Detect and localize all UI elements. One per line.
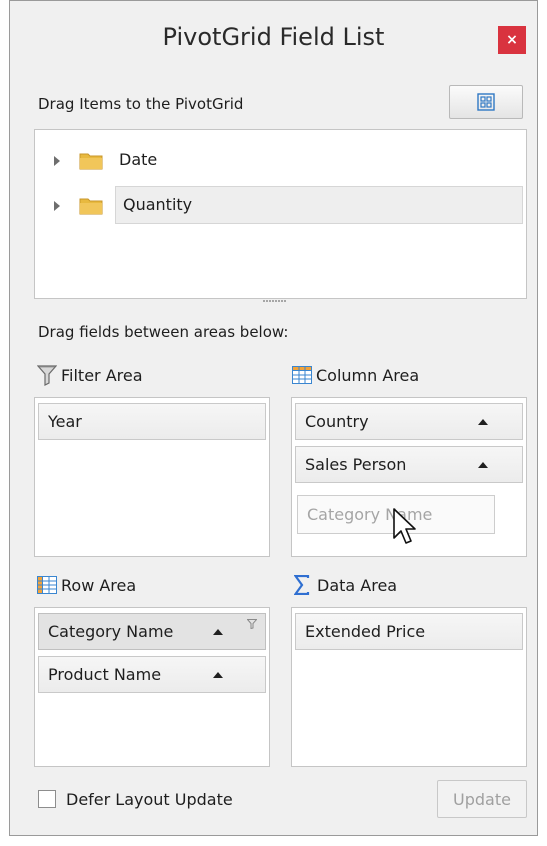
field-label: Extended Price [305, 622, 426, 641]
field-label: Sales Person [305, 455, 407, 474]
splitter-handle[interactable] [263, 300, 287, 303]
funnel-icon [37, 365, 57, 386]
title-bar[interactable]: PivotGrid Field List × [10, 1, 537, 83]
field-label: Year [48, 412, 82, 431]
expand-arrow-icon[interactable] [54, 156, 60, 166]
pivotgrid-field-list-window: PivotGrid Field List × Drag Items to the… [9, 0, 538, 836]
data-area-header: Data Area [294, 573, 397, 597]
data-area-label: Data Area [317, 575, 398, 595]
filter-area-box[interactable]: Year [34, 397, 270, 557]
row-area-box[interactable]: Category Name Product Name [34, 607, 270, 767]
field-country[interactable]: Country [295, 403, 523, 440]
field-product-name[interactable]: Product Name [38, 656, 266, 693]
filter-icon[interactable] [247, 619, 257, 629]
table-rows-icon [37, 576, 57, 594]
field-category-name[interactable]: Category Name [38, 613, 266, 650]
close-button[interactable]: × [498, 26, 526, 54]
field-year[interactable]: Year [38, 403, 266, 440]
folder-icon [79, 198, 103, 215]
layout-grid-icon [477, 93, 495, 111]
mouse-cursor-icon [393, 508, 416, 544]
sort-ascending-icon[interactable] [213, 672, 223, 678]
field-label: Product Name [48, 665, 162, 684]
defer-layout-update-checkbox[interactable] [38, 790, 56, 808]
tree-item-quantity[interactable]: Quantity [123, 195, 192, 214]
update-button[interactable]: Update [437, 780, 527, 818]
close-icon: × [506, 32, 518, 48]
sort-ascending-icon[interactable] [478, 419, 488, 425]
layout-button[interactable] [449, 85, 523, 119]
field-list-label: Drag Items to the PivotGrid [38, 95, 244, 113]
field-list-tree[interactable]: Date Quantity [34, 129, 527, 299]
sigma-icon [294, 575, 310, 595]
tree-item-date[interactable]: Date [119, 150, 157, 169]
sort-ascending-icon[interactable] [478, 462, 488, 468]
expand-arrow-icon[interactable] [54, 201, 60, 211]
column-area-header: Column Area [292, 363, 419, 387]
window-title: PivotGrid Field List [162, 23, 385, 51]
row-area-header: Row Area [37, 573, 136, 597]
table-columns-icon [292, 366, 312, 384]
areas-label: Drag fields between areas below: [38, 323, 289, 341]
filter-area-label: Filter Area [61, 365, 143, 385]
field-sales-person[interactable]: Sales Person [295, 446, 523, 483]
row-area-label: Row Area [61, 575, 137, 595]
field-label: Category Name [48, 622, 174, 641]
data-area-box[interactable]: Extended Price [291, 607, 527, 767]
sort-ascending-icon[interactable] [213, 629, 223, 635]
field-label: Country [305, 412, 369, 431]
column-area-label: Column Area [316, 365, 420, 385]
field-extended-price[interactable]: Extended Price [295, 613, 523, 650]
filter-area-header: Filter Area [37, 363, 143, 387]
defer-layout-update-label[interactable]: Defer Layout Update [66, 790, 233, 809]
folder-icon [79, 153, 103, 170]
